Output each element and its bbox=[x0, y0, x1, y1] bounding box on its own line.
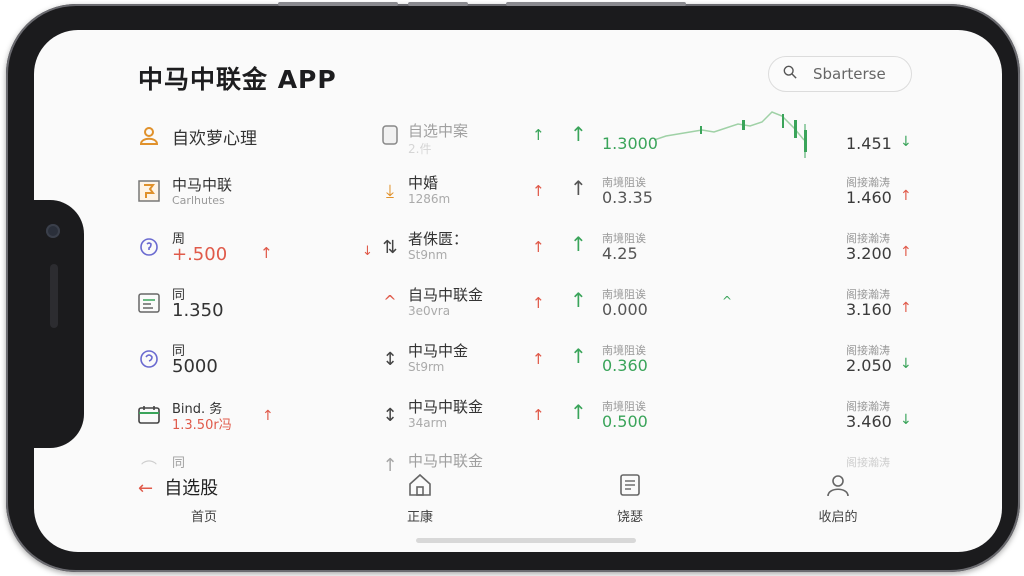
updown-arrow-icon: ↕ bbox=[382, 348, 398, 370]
change-value: 1.451 bbox=[846, 134, 892, 153]
row-name: 中婚 bbox=[408, 174, 439, 192]
chart-card-icon bbox=[136, 290, 162, 316]
caret-up-icon: ^ bbox=[383, 291, 397, 311]
row-subtitle: 1.350 bbox=[172, 300, 224, 321]
trend-arrow: ↑ bbox=[570, 232, 587, 256]
price-value: 0.000 bbox=[602, 300, 648, 319]
back-arrow-icon: ← bbox=[138, 478, 154, 499]
trend-arrow: ↑ bbox=[570, 122, 587, 146]
change-value: 3.460 bbox=[846, 412, 892, 431]
list-row[interactable]: 同 1.350 ^ 自马中联金 3e0vra ↑ ↑ 南境阻诶 0.000 ^ … bbox=[118, 278, 958, 330]
list-row[interactable]: 周 +.500 ↑ ↓ ⇅ 者侏匮： St9nm ↑ ↑ 南境阻诶 4.25 阁… bbox=[118, 222, 958, 274]
change-arrow: ↓ bbox=[900, 134, 912, 150]
list-row[interactable]: 同 5000 ↕ 中马中金 St9rm ↑ ↑ 南境阻诶 0.360 阁接瀚涛 … bbox=[118, 334, 958, 386]
caret-up-icon: ^ bbox=[722, 294, 733, 308]
tab-profile[interactable]: 收启的 bbox=[808, 472, 868, 525]
search-icon bbox=[783, 65, 797, 79]
tab-news-label: 饶瑟 bbox=[616, 510, 643, 525]
row-name: 者侏匮： bbox=[408, 230, 469, 248]
app-title: 中马中联金 APP bbox=[138, 65, 337, 94]
row-code: St9rm bbox=[408, 360, 445, 374]
price-value: 0.500 bbox=[602, 412, 648, 431]
front-camera bbox=[46, 224, 60, 238]
trend-arrow: ↑ bbox=[570, 344, 587, 368]
list-row[interactable]: 中马中联 Carlhutes ⤓ 中婚 1286m ↑ ↑ 南境阻诶 0.3.3… bbox=[118, 166, 958, 218]
list-row[interactable]: 自欢萝心理 自选中案 2.件 ↑ ↑ 1.3000 1.451 ↓ bbox=[118, 110, 958, 162]
screen: 中马中联金 APP Sbarterse 自欢萝心理 自选中案 2.件 ↑ ↑ 1… bbox=[34, 30, 1002, 552]
document-icon bbox=[620, 474, 640, 496]
change-value: 3.160 bbox=[846, 300, 892, 319]
row-code: St9nm bbox=[408, 248, 448, 262]
speaker-grille bbox=[50, 264, 58, 328]
notch bbox=[34, 200, 84, 448]
arrow-down-red: ↓ bbox=[362, 244, 373, 259]
flag-icon bbox=[136, 178, 162, 204]
tab-profile-label: 收启的 bbox=[818, 510, 858, 525]
price-value: 0.3.35 bbox=[602, 188, 653, 207]
search-bar[interactable]: Sbarterse bbox=[768, 56, 912, 92]
row-name: 自马中联金 bbox=[408, 286, 484, 304]
refresh-icon bbox=[136, 234, 162, 260]
user-icon bbox=[136, 122, 162, 148]
row-code: 2.件 bbox=[408, 142, 432, 156]
updown-arrow-icon: ↕ bbox=[382, 404, 398, 426]
search-placeholder: Sbarterse bbox=[813, 65, 886, 83]
trend-arrow-small: ↑ bbox=[532, 126, 545, 144]
trend-arrow-small: ↑ bbox=[532, 294, 545, 312]
row-name: 中马中金 bbox=[408, 342, 469, 360]
row-title: 自欢萝心理 bbox=[172, 129, 257, 149]
change-arrow: ↓ bbox=[900, 412, 912, 428]
square-icon bbox=[380, 124, 400, 146]
transfer-icon: ⇅ bbox=[382, 236, 398, 258]
row-subtitle: 5000 bbox=[172, 356, 218, 377]
change-value: 2.050 bbox=[846, 356, 892, 375]
change-value: 3.200 bbox=[846, 244, 892, 263]
back-label: 自选股 bbox=[164, 478, 219, 499]
tab-market-label: 正康 bbox=[406, 510, 433, 525]
change-arrow: ↓ bbox=[900, 356, 912, 372]
phone-frame: 中马中联金 APP Sbarterse 自欢萝心理 自选中案 2.件 ↑ ↑ 1… bbox=[6, 2, 1020, 572]
tab-news[interactable]: 饶瑟 bbox=[600, 472, 660, 525]
trend-arrow: ↑ bbox=[570, 176, 587, 200]
arrow-up-red: ↑ bbox=[262, 408, 274, 424]
row-subtitle: 1.3.50r冯 bbox=[172, 418, 232, 433]
side-button bbox=[408, 2, 468, 6]
download-icon: ⤓ bbox=[386, 180, 394, 202]
house-icon bbox=[409, 473, 431, 496]
change-value: 1.460 bbox=[846, 188, 892, 207]
trend-arrow: ↑ bbox=[570, 400, 587, 424]
trend-arrow-small: ↑ bbox=[532, 238, 545, 256]
trend-arrow-small: ↑ bbox=[532, 350, 545, 368]
list-row[interactable]: Bind. 务 1.3.50r冯 ↑ ↕ 中马中联金 34arm ↑ ↑ 南境阻… bbox=[118, 390, 958, 442]
side-button bbox=[506, 2, 686, 6]
row-subtitle: +.500 bbox=[172, 244, 228, 265]
support-icon bbox=[136, 346, 162, 372]
arrow-up-red: ↑ bbox=[260, 244, 273, 262]
row-code: 3e0vra bbox=[408, 304, 451, 318]
tab-home-label: 首页 bbox=[190, 510, 217, 525]
row-subtitle: Carlhutes bbox=[172, 194, 225, 207]
back-button[interactable]: ← 自选股 bbox=[138, 474, 218, 500]
side-button bbox=[278, 2, 398, 6]
trend-arrow-small: ↑ bbox=[532, 406, 545, 424]
trend-arrow: ↑ bbox=[570, 288, 587, 312]
tab-home[interactable]: 首页 bbox=[174, 506, 234, 525]
trend-arrow-small: ↑ bbox=[532, 182, 545, 200]
change-arrow: ↑ bbox=[900, 300, 912, 316]
wallet-icon bbox=[136, 402, 162, 428]
tab-market[interactable]: 正康 bbox=[390, 472, 450, 525]
price-value: 1.3000 bbox=[602, 134, 658, 153]
row-title: 中马中联 bbox=[172, 176, 233, 194]
change-arrow: ↑ bbox=[900, 188, 912, 204]
row-code: 34arm bbox=[408, 416, 448, 430]
row-name: 自选中案 bbox=[408, 122, 469, 140]
change-arrow: ↑ bbox=[900, 244, 912, 260]
price-value: 0.360 bbox=[602, 356, 648, 375]
price-value: 4.25 bbox=[602, 244, 638, 263]
row-name: 中马中联金 bbox=[408, 398, 484, 416]
home-indicator[interactable] bbox=[416, 538, 636, 543]
person-icon bbox=[827, 475, 849, 497]
row-code: 1286m bbox=[408, 192, 451, 206]
